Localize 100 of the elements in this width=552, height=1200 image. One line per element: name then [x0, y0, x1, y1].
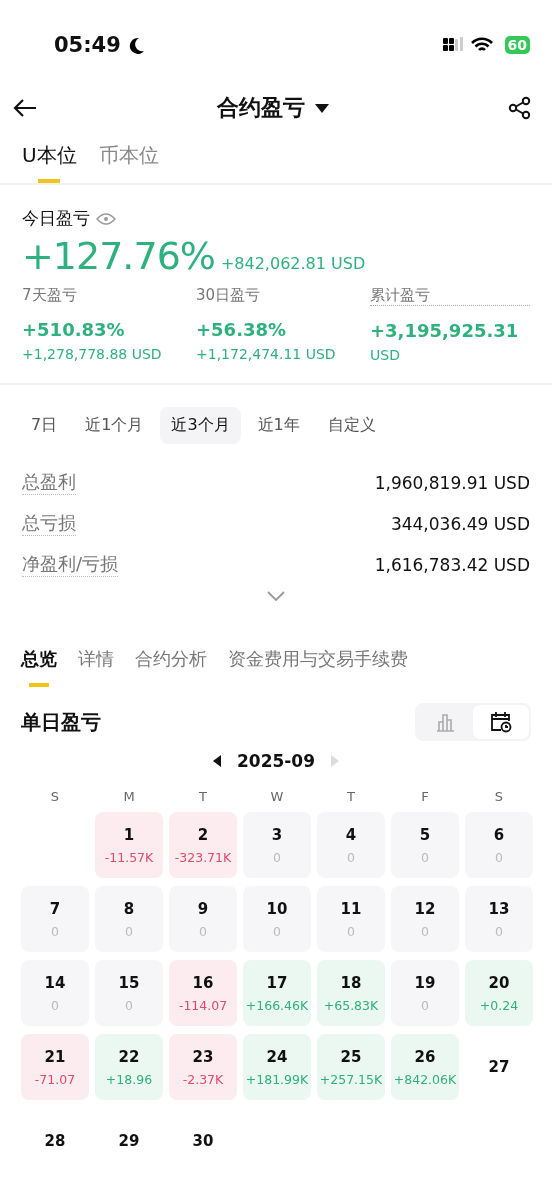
day-cell[interactable]: 10 0	[243, 886, 311, 952]
day-pnl: -114.07	[178, 997, 228, 1013]
day-cell[interactable]: 24 +181.99K	[243, 1034, 311, 1100]
day-number: 9	[197, 899, 209, 918]
month-label: 2025-09	[237, 751, 315, 771]
day-number: 29	[118, 1132, 140, 1150]
day-pnl: -323.71K	[174, 849, 232, 865]
day-cell[interactable]: 19 0	[391, 960, 459, 1026]
section-tab[interactable]: 资金费用与交易手续费	[228, 641, 408, 687]
day-number: 15	[118, 973, 140, 992]
eye-icon[interactable]	[96, 211, 116, 226]
range-chip[interactable]: 7日	[20, 407, 69, 444]
day-number: 20	[488, 973, 510, 992]
pnl-percent: +510.83%	[22, 319, 126, 340]
day-number: 7	[49, 899, 61, 918]
day-number: 23	[192, 1047, 214, 1066]
label: 7天盈亏	[22, 286, 78, 305]
day-pnl: 0	[51, 923, 59, 939]
pnl-percent: +56.38%	[196, 319, 288, 340]
day-number: 30	[192, 1132, 214, 1150]
amount-value: 1,960,819.91 USD	[374, 472, 530, 493]
day-cell[interactable]: 6 0	[465, 812, 533, 878]
calendar-icon[interactable]	[490, 711, 512, 733]
amount-value: 344,036.49 USD	[390, 513, 530, 534]
day-pnl: 0	[125, 997, 133, 1013]
weekday-label: T	[346, 789, 356, 804]
day-cell[interactable]: 17 +166.46K	[243, 960, 311, 1026]
day-pnl: -2.37K	[182, 1071, 224, 1087]
day-cell[interactable]: 2 -323.71K	[169, 812, 237, 878]
chevron-down-icon[interactable]	[267, 591, 285, 601]
wifi-icon	[470, 37, 493, 53]
day-pnl: 0	[421, 997, 429, 1013]
unit-tab[interactable]: U本位	[22, 136, 77, 183]
range-chip[interactable]: 自定义	[316, 407, 387, 444]
day-pnl: +65.83K	[323, 997, 379, 1013]
day-pnl: +257.15K	[319, 1071, 383, 1087]
hint-label: 累计盈亏	[370, 286, 530, 306]
caret-down-icon	[315, 103, 329, 113]
weekday-label: T	[198, 789, 208, 804]
day-cell[interactable]: 15 0	[95, 960, 163, 1026]
today-pnl-percent: +127.76%	[22, 234, 215, 278]
weekday-label: S	[493, 789, 505, 804]
day-cell[interactable]: 7 0	[21, 886, 89, 952]
weekday-label: S	[49, 789, 61, 804]
day-cell[interactable]: 4 0	[317, 812, 385, 878]
day-pnl: 0	[421, 849, 429, 865]
previous-month-icon[interactable]	[213, 755, 221, 767]
day-cell[interactable]: 12 0	[391, 886, 459, 952]
day-cell[interactable]: 22 +18.96	[95, 1034, 163, 1100]
day-cell[interactable]: 1 -11.57K	[95, 812, 163, 878]
hint-label: 总亏损	[22, 511, 76, 536]
day-cell[interactable]: 23 -2.37K	[169, 1034, 237, 1100]
day-pnl: +842.06K	[393, 1071, 457, 1087]
battery-level: 60	[504, 36, 530, 54]
section-tab[interactable]: 合约分析	[135, 641, 207, 687]
day-pnl: 0	[199, 923, 207, 939]
day-cell[interactable]: 20 +0.24	[465, 960, 533, 1026]
day-pnl: +181.99K	[245, 1071, 309, 1087]
day-number: 18	[340, 973, 362, 992]
day-cell[interactable]: 14 0	[21, 960, 89, 1026]
day-cell[interactable]: 21 -71.07	[21, 1034, 89, 1100]
page-title-dropdown[interactable]: 合约盈亏	[217, 93, 329, 123]
day-cell[interactable]: 18 +65.83K	[317, 960, 385, 1026]
day-cell[interactable]: 25 +257.15K	[317, 1034, 385, 1100]
section-tab[interactable]: 详情	[78, 641, 114, 687]
day-number: 13	[488, 899, 510, 918]
day-number: 25	[340, 1047, 362, 1066]
share-icon[interactable]	[508, 96, 532, 120]
day-number: 10	[266, 899, 288, 918]
section-tab[interactable]: 总览	[21, 641, 57, 687]
weekday-label: F	[420, 789, 430, 804]
pnl-amount: +1,172,474.11 USD	[196, 346, 337, 362]
day-pnl: 0	[347, 849, 355, 865]
range-chip[interactable]: 近1年	[246, 407, 311, 444]
day-pnl: 0	[421, 923, 429, 939]
back-icon[interactable]	[12, 98, 38, 118]
day-number: 4	[345, 825, 357, 844]
day-number: 12	[414, 899, 436, 918]
unit-tab[interactable]: 币本位	[98, 136, 159, 183]
day-cell[interactable]: 11 0	[317, 886, 385, 952]
day-cell[interactable]: 26 +842.06K	[391, 1034, 459, 1100]
hint-label: 净盈利/亏损	[22, 552, 119, 577]
day-cell[interactable]: 13 0	[465, 886, 533, 952]
day-pnl: -71.07	[34, 1071, 76, 1087]
day-cell[interactable]: 9 0	[169, 886, 237, 952]
range-chip[interactable]: 近3个月	[160, 407, 241, 444]
day-number: 6	[493, 825, 505, 844]
day-pnl: -11.57K	[104, 849, 154, 865]
range-chip[interactable]: 近1个月	[74, 407, 155, 444]
day-number: 26	[414, 1047, 436, 1066]
hint-label: 总盈利	[22, 470, 76, 495]
day-cell[interactable]: 8 0	[95, 886, 163, 952]
day-pnl: 0	[495, 923, 503, 939]
day-pnl: +0.24	[479, 997, 519, 1013]
day-cell[interactable]: 5 0	[391, 812, 459, 878]
signal-icon	[442, 37, 465, 53]
day-cell[interactable]: 3 0	[243, 812, 311, 878]
day-number: 27	[488, 1058, 510, 1076]
day-cell[interactable]: 16 -114.07	[169, 960, 237, 1026]
day-number: 21	[44, 1047, 66, 1066]
